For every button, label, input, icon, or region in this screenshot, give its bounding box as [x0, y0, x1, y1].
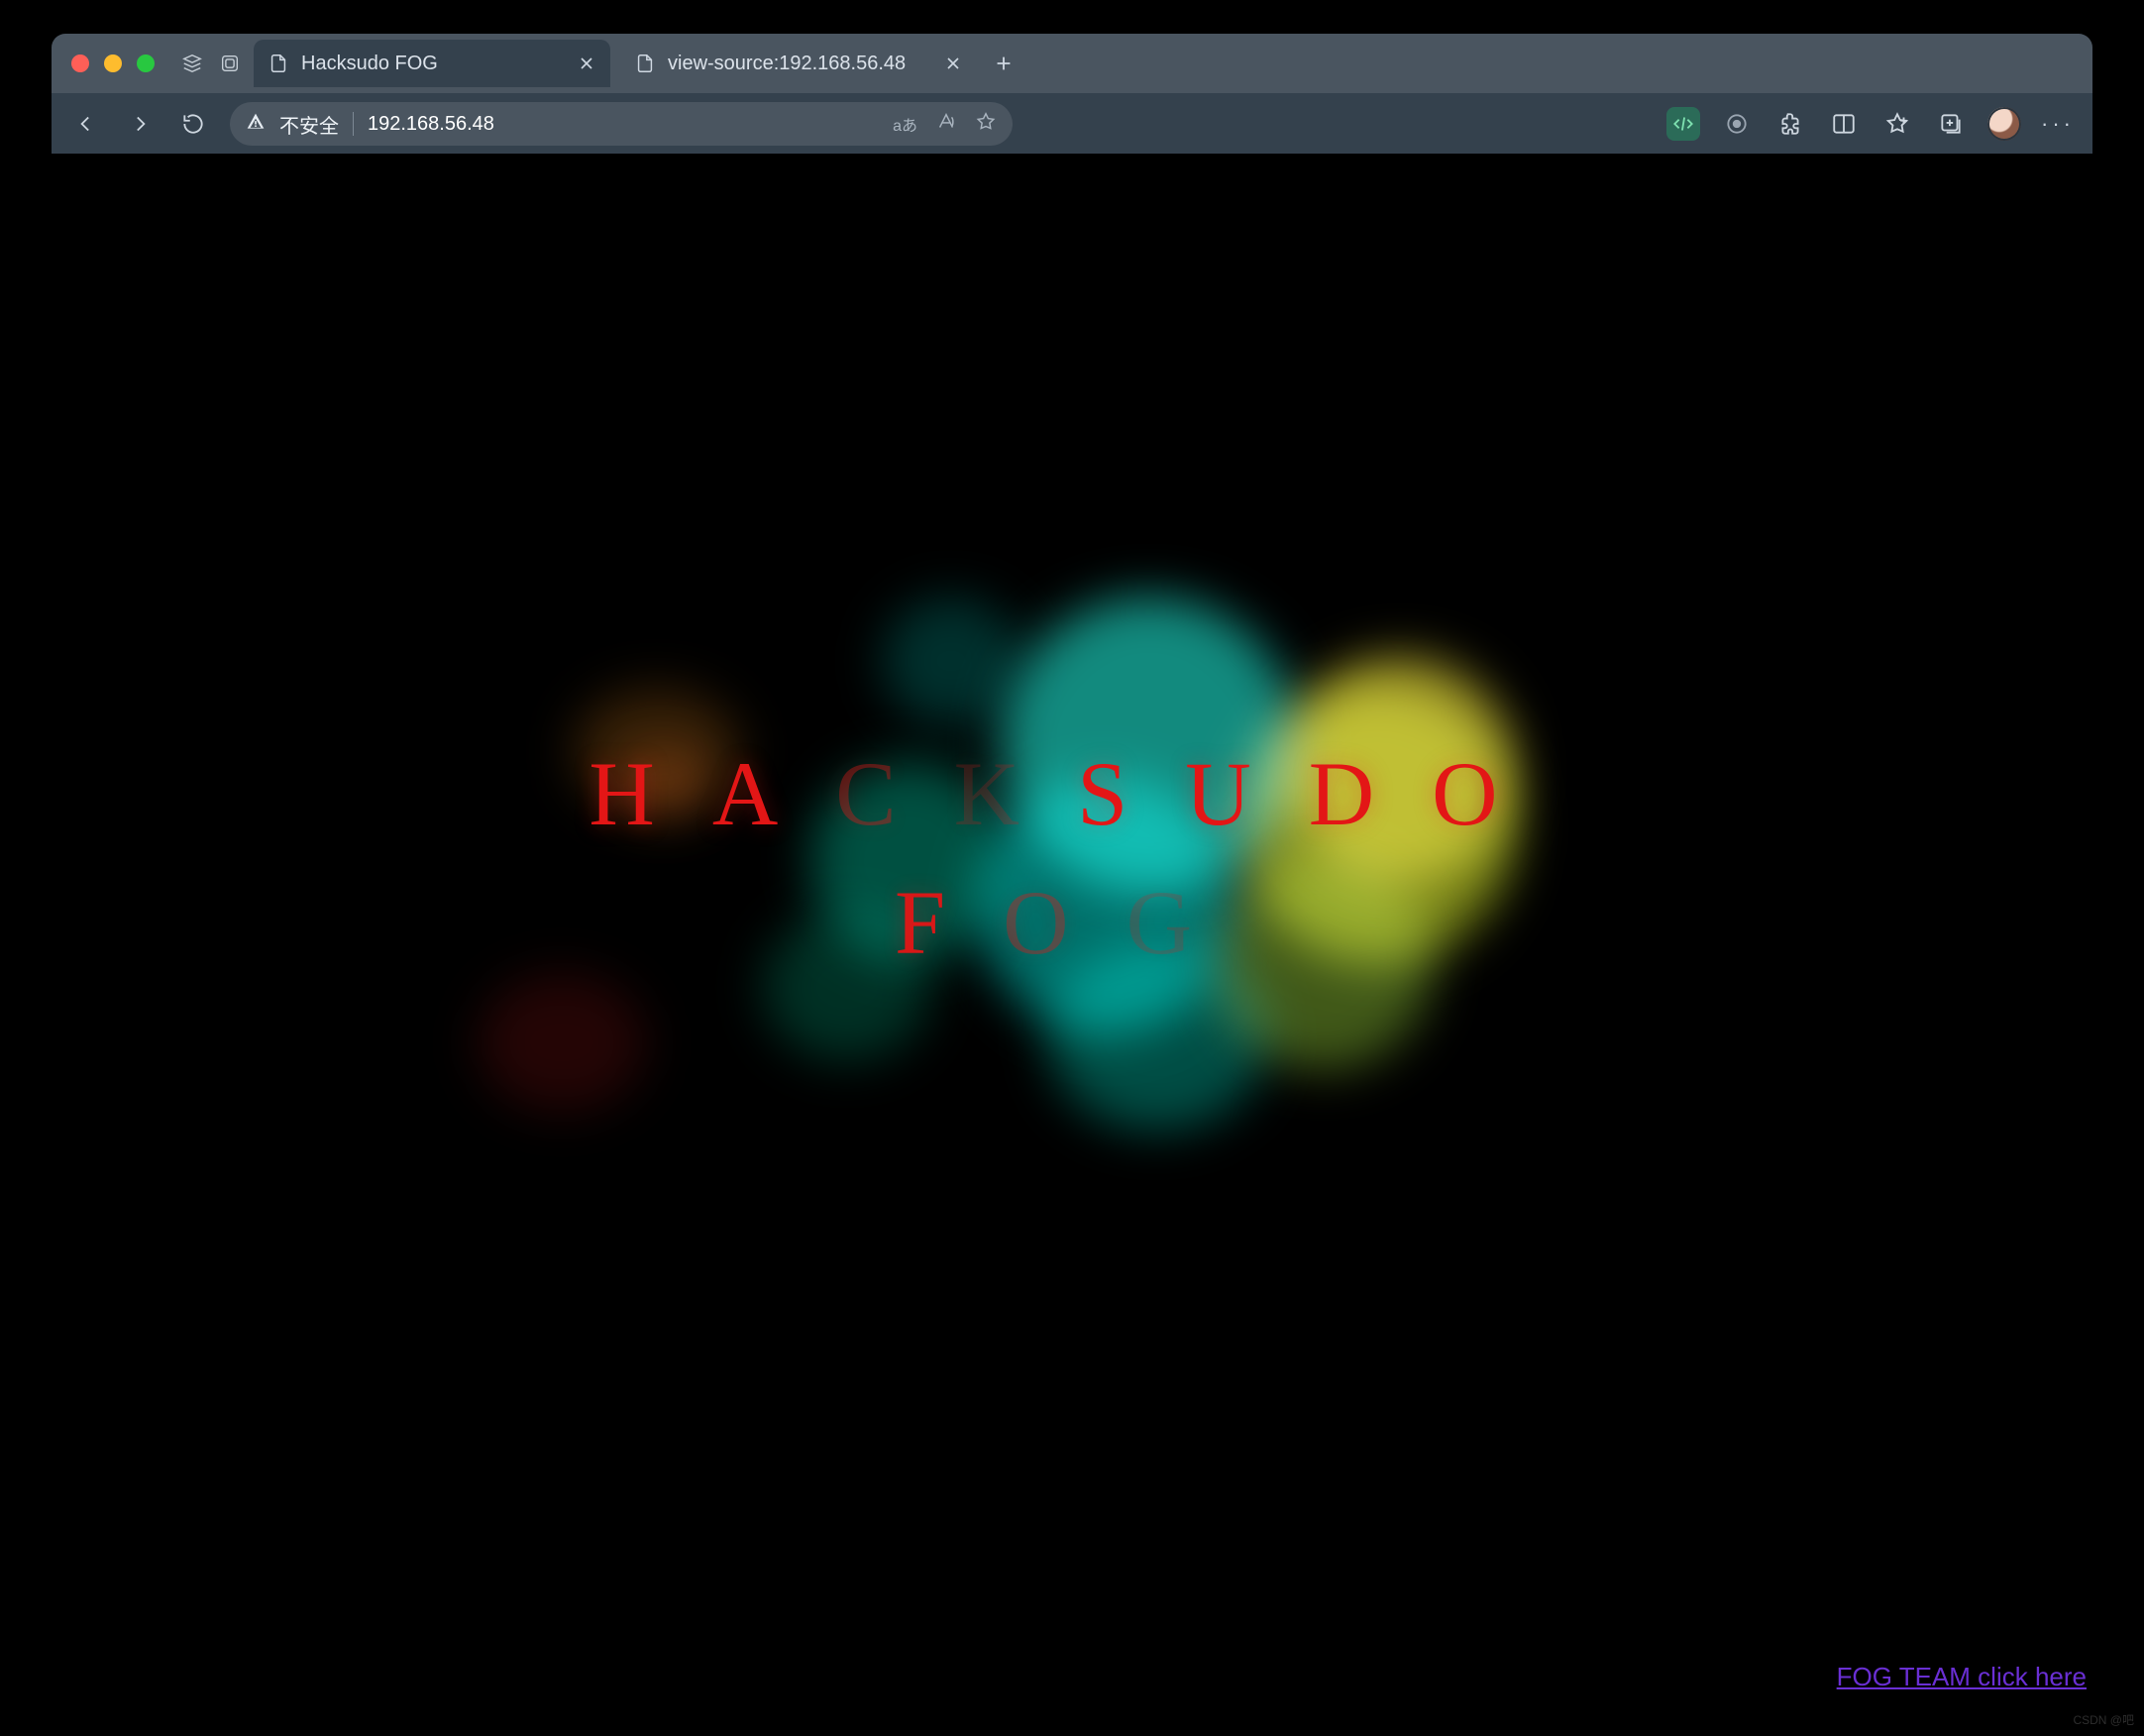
profile-avatar[interactable]: [1987, 107, 2021, 141]
window-close-button[interactable]: [71, 54, 89, 72]
tab-close-icon[interactable]: [943, 54, 963, 73]
record-icon[interactable]: [1720, 107, 1754, 141]
new-tab-button[interactable]: [987, 47, 1020, 80]
omnibox-trailing: aあ: [893, 111, 997, 138]
window-traffic-lights: [63, 54, 168, 72]
favorites-icon[interactable]: [1880, 107, 1914, 141]
forward-button[interactable]: [123, 107, 157, 141]
security-label: 不安全: [279, 110, 339, 139]
hero-headline: HACKSUDO FOG: [589, 741, 1554, 975]
extensions-icon[interactable]: [1773, 107, 1807, 141]
window-maximize-button[interactable]: [137, 54, 155, 72]
collections-icon[interactable]: [1934, 107, 1968, 141]
tab-hacksudo-fog[interactable]: Hacksudo FOG: [254, 40, 610, 87]
fog-team-link[interactable]: FOG TEAM click here: [1837, 1662, 2087, 1692]
tab-overview-icon[interactable]: [216, 50, 244, 77]
translate-pill[interactable]: aあ: [893, 112, 917, 136]
star-icon[interactable]: [975, 111, 997, 138]
url-text: 192.168.56.48: [368, 113, 879, 136]
window-minimize-button[interactable]: [104, 54, 122, 72]
tab-close-icon[interactable]: [577, 54, 596, 73]
browser-toolbar: 不安全 192.168.56.48 aあ: [52, 93, 2092, 155]
divider: [353, 112, 354, 136]
not-secure-icon: [246, 112, 266, 136]
workspaces-icon[interactable]: [178, 50, 206, 77]
browser-chrome: Hacksudo FOG view-source:192.168.56.48: [52, 34, 2092, 155]
page-content: HACKSUDO FOG FOG TEAM click here CSDN @吧: [0, 154, 2144, 1736]
reload-button[interactable]: [176, 107, 210, 141]
tab-label: Hacksudo FOG: [301, 53, 565, 75]
back-button[interactable]: [69, 107, 103, 141]
file-icon: [268, 53, 289, 74]
tab-strip: Hacksudo FOG view-source:192.168.56.48: [52, 34, 2092, 93]
watermark: CSDN @吧: [2073, 1711, 2134, 1728]
tab-view-source[interactable]: view-source:192.168.56.48: [620, 40, 977, 87]
tab-label: view-source:192.168.56.48: [668, 53, 931, 75]
more-menu-button[interactable]: ···: [2041, 107, 2075, 141]
read-aloud-icon[interactable]: [935, 111, 957, 138]
sidebar-icon[interactable]: [1827, 107, 1861, 141]
address-bar[interactable]: 不安全 192.168.56.48 aあ: [230, 102, 1013, 146]
devtools-icon[interactable]: [1666, 107, 1700, 141]
file-icon: [634, 53, 656, 74]
